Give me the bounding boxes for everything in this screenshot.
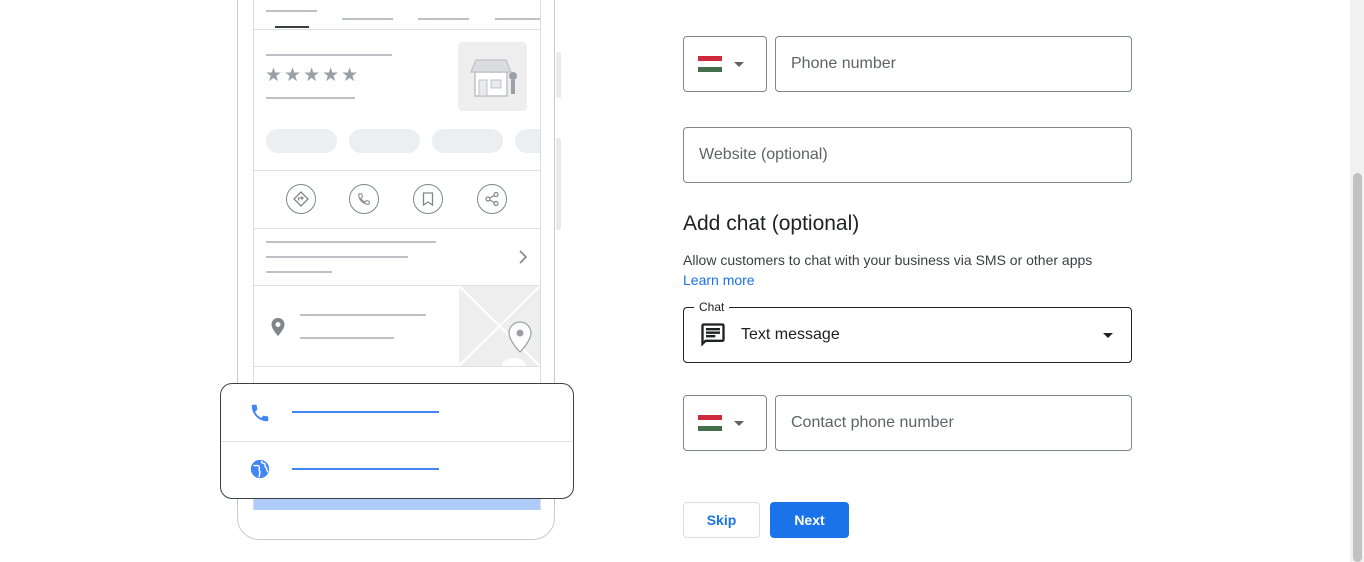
phone-side-button	[556, 52, 561, 98]
info-line-placeholder	[266, 271, 332, 273]
tab-placeholder	[342, 18, 393, 20]
hungary-flag-icon	[698, 415, 722, 431]
chat-bubble-icon	[701, 323, 725, 347]
phone-number-field[interactable]: Phone number	[775, 36, 1132, 92]
phone-icon	[249, 402, 271, 429]
tab-indicator	[275, 26, 309, 28]
chat-select-value: Text message	[741, 326, 840, 343]
address-line-placeholder	[300, 337, 394, 339]
skip-button[interactable]: Skip	[683, 502, 760, 538]
next-button[interactable]: Next	[770, 502, 849, 538]
dropdown-arrow-icon	[734, 61, 744, 67]
contact-overlay-card	[220, 383, 574, 499]
listing-illustration: ★★★★★	[0, 0, 620, 562]
bookmark-icon	[413, 184, 443, 214]
divider	[254, 29, 540, 30]
flag-stripe-green	[698, 66, 722, 72]
directions-icon	[286, 184, 316, 214]
phone-icon	[349, 184, 379, 214]
chat-select-label: Chat	[694, 300, 730, 314]
map-thumbnail	[459, 286, 540, 366]
chat-section-heading: Add chat (optional)	[683, 212, 860, 235]
storefront-icon	[470, 59, 517, 97]
chip-placeholder	[432, 129, 503, 153]
website-line-placeholder	[292, 468, 439, 470]
phone-side-button	[556, 138, 561, 230]
store-thumbnail	[458, 42, 527, 111]
phone-line-placeholder	[292, 411, 439, 413]
chip-placeholder	[349, 129, 420, 153]
divider	[254, 228, 540, 229]
rating-stars: ★★★★★	[265, 65, 361, 86]
contact-phone-number-field[interactable]: Contact phone number	[775, 395, 1132, 451]
chip-placeholder	[515, 129, 540, 153]
scrollbar-thumb[interactable]	[1353, 173, 1362, 562]
tab-placeholder	[266, 10, 317, 12]
subtitle-placeholder	[266, 97, 355, 99]
dropdown-arrow-icon	[1103, 333, 1113, 338]
divider	[254, 366, 540, 367]
globe-icon	[249, 458, 271, 485]
country-code-select[interactable]	[683, 36, 767, 92]
dropdown-arrow-icon	[734, 420, 744, 426]
chat-type-select[interactable]: Chat Text message	[683, 300, 1132, 363]
flag-stripe-green	[698, 425, 722, 431]
tab-placeholder	[418, 18, 469, 20]
chat-section-description: Allow customers to chat with your busine…	[683, 252, 1093, 268]
location-pin-icon	[270, 317, 286, 342]
contact-country-code-select[interactable]	[683, 395, 767, 451]
chip-placeholder	[266, 129, 337, 153]
title-placeholder	[266, 54, 392, 56]
divider	[254, 170, 540, 171]
info-line-placeholder	[266, 241, 436, 243]
share-icon	[477, 184, 507, 214]
chevron-right-icon	[518, 249, 528, 270]
address-line-placeholder	[300, 314, 426, 316]
website-placeholder: Website (optional)	[699, 146, 828, 163]
divider	[221, 441, 572, 442]
hungary-flag-icon	[698, 56, 722, 72]
phone-number-placeholder: Phone number	[791, 55, 896, 72]
tab-placeholder	[495, 18, 540, 20]
info-line-placeholder	[266, 256, 408, 258]
contact-phone-placeholder: Contact phone number	[791, 414, 954, 431]
learn-more-link[interactable]: Learn more	[683, 272, 755, 288]
website-field[interactable]: Website (optional)	[683, 127, 1132, 183]
